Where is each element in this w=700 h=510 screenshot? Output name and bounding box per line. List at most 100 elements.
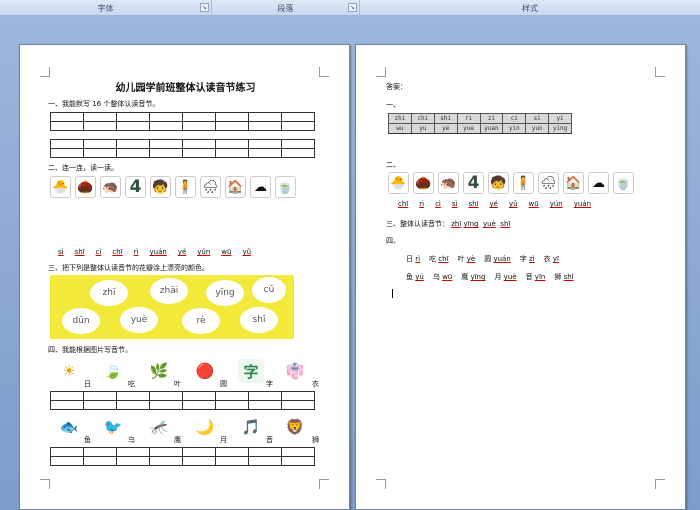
dialog-launcher-icon[interactable]: ↘ — [348, 3, 357, 12]
pinyin-item: chī — [112, 248, 123, 256]
pinyin-item: shī — [500, 220, 511, 228]
chick-icon: 🐣 — [388, 172, 409, 194]
handwritten-syllable: yu — [410, 123, 435, 134]
chestnut-icon: 🌰 — [413, 172, 434, 194]
pinyin-item: yuán — [573, 200, 592, 208]
hint-character: 鱼 — [84, 436, 91, 444]
handwritten-syllable: yin — [502, 123, 527, 134]
flower-petal: yuè — [122, 309, 156, 331]
margin-corner-mark — [319, 479, 329, 489]
handwritten-syllable: ye — [433, 123, 458, 134]
handwritten-syllable: yun — [525, 123, 550, 134]
chestnut-icon: 🌰 — [75, 176, 96, 198]
flower-petal: shī — [242, 309, 276, 331]
bowl-icon: 🍵 — [275, 176, 296, 198]
clothes-icon: 👘 — [285, 362, 305, 380]
question-3-label: 三、把下列是整体认读音节的花瓣涂上漂亮的颜色。 — [48, 264, 209, 272]
sun-icon: ☀ — [62, 362, 76, 380]
rain-cloud-icon: 🌧 — [200, 176, 221, 198]
house-icon: 🏠 — [563, 172, 584, 194]
fish-icon: 🐟 — [59, 418, 79, 436]
pinyin-item: yǔ — [508, 200, 518, 208]
ribbon-group-paragraph-label: 段落 — [277, 3, 294, 13]
moon-icon: 🌙 — [195, 418, 215, 436]
flower-petal: zhī — [92, 282, 126, 304]
flower-petal: dūn — [64, 310, 98, 332]
matching-icon-row: 🐣 🌰 🦔 4 🧒 🧍 🌧 🏠 ☁ 🍵 — [50, 176, 296, 198]
answer-pair: 字 zì — [519, 255, 535, 263]
handwritten-syllable: zi — [479, 113, 504, 124]
turtle-icon: 🐦 — [103, 418, 123, 436]
pinyin-item: yīng — [463, 220, 479, 228]
hint-character: 吃 — [128, 380, 135, 388]
pinyin-item: wū — [221, 248, 232, 256]
handwritten-syllable: zhi — [388, 113, 412, 124]
hint-character: 鹰 — [174, 436, 181, 444]
hint-character: 圆 — [220, 380, 227, 388]
hint-character: 乌 — [128, 436, 135, 444]
hint-character: 月 — [220, 436, 227, 444]
margin-corner-mark — [40, 479, 50, 489]
number-four-icon: 4 — [463, 172, 484, 194]
handwritten-syllable: yuan — [479, 123, 504, 134]
page-title: 幼儿园学前班整体认读音节练习 — [115, 83, 256, 94]
hint-character: 字 — [266, 380, 273, 388]
answer-pair: 日 rì — [406, 255, 421, 263]
pinyin-item: wū — [528, 200, 539, 208]
pinyin-item: cì — [435, 200, 441, 208]
handwritten-syllable: yue — [456, 123, 481, 134]
answer-pair: 乌 wū — [432, 273, 453, 281]
chick-icon: 🐣 — [50, 176, 71, 198]
pinyin-item: cì — [95, 248, 102, 256]
pinyin-item: zhī — [451, 220, 462, 228]
cloud-icon: ☁ — [588, 172, 609, 194]
ribbon-group-styles: 样式 — [360, 0, 700, 16]
matching-pinyin-row: sì shī cì chī rì yuán yé yún wū yǔ — [58, 248, 251, 256]
cloud-icon: ☁ — [250, 176, 271, 198]
hint-character: 日 — [84, 380, 91, 388]
dialog-launcher-icon[interactable]: ↘ — [200, 3, 209, 12]
document-workspace[interactable]: 幼儿园学前班整体认读音节练习 一、我能默写 16 个整体认读音节。 二、连一连，… — [0, 16, 700, 510]
bowl-icon: 🍵 — [613, 172, 634, 194]
ribbon-group-font: 字体 ↘ — [0, 0, 212, 16]
answer-pair: 月 yuè — [494, 273, 517, 281]
house-icon: 🏠 — [225, 176, 246, 198]
hint-character: 音 — [266, 436, 273, 444]
document-page-1[interactable]: 幼儿园学前班整体认读音节练习 一、我能默写 16 个整体认读音节。 二、连一连，… — [19, 44, 350, 510]
pinyin-item: yé — [177, 248, 187, 256]
answer-pair: 吃 chī — [429, 255, 449, 263]
flower-petal: zhāi — [152, 280, 186, 302]
text-cursor — [392, 289, 393, 298]
plant-icon: 🍃 — [103, 362, 123, 380]
margin-corner-mark — [319, 67, 329, 77]
rain-cloud-icon: 🌧 — [538, 172, 559, 194]
picture-row-2: 🐟 鱼 🐦 乌 🦟 鹰 🌙 月 🎵 音 🦁 狮 — [50, 415, 322, 444]
grandpa-icon: 🧍 — [513, 172, 534, 194]
answer-1-label: 一、 — [386, 101, 400, 109]
answer-pair: 鹰 yīng — [461, 273, 486, 281]
answer-2-label: 二、 — [386, 161, 400, 169]
flower-petal: yīng — [208, 282, 242, 304]
hint-character: 衣 — [312, 380, 319, 388]
answer-4-row-1: 日 rì 吃 chī 叶 yè 圆 yuán 字 zì 衣 yī — [406, 254, 559, 264]
handwritten-syllable: si — [525, 113, 550, 124]
answer-pinyin-row: chī rì cì sì shī yé yǔ wū yún yuán — [398, 200, 591, 208]
answer-pair: 鱼 yú — [406, 273, 424, 281]
answer-label: 答案： — [386, 83, 407, 91]
handwritten-syllable: ri — [456, 113, 481, 124]
handwritten-syllable: ci — [502, 113, 527, 124]
handwritten-syllable: wu — [388, 123, 412, 134]
hint-character: 狮 — [312, 436, 319, 444]
margin-corner-mark — [40, 67, 50, 77]
question-1-label: 一、我能默写 16 个整体认读音节。 — [48, 100, 160, 108]
document-page-2[interactable]: 答案： 一、 zhi chi shi ri zi ci si yi wu yu … — [355, 44, 686, 510]
writing-grid-3 — [50, 391, 315, 410]
pinyin-item: sì — [58, 248, 64, 256]
pinyin-item: rì — [419, 200, 425, 208]
handwritten-syllable: chi — [410, 113, 435, 124]
grandpa-icon: 🧍 — [175, 176, 196, 198]
handwritten-syllable: ying — [548, 123, 572, 134]
writing-grid-2 — [50, 139, 315, 158]
red-circle-icon: 🔴 — [195, 362, 215, 380]
ribbon-group-paragraph: 段落 ↘ — [212, 0, 360, 16]
